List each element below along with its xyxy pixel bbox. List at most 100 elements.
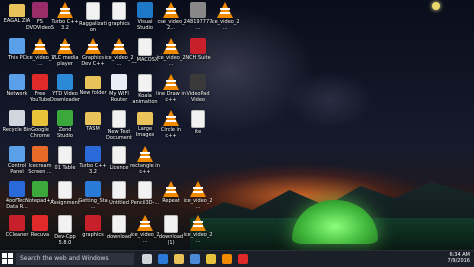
doc-icon	[58, 215, 72, 233]
user-folder-icon	[9, 4, 25, 17]
desktop-icon-label: ice_video_2...	[156, 55, 186, 67]
wifi-icon	[111, 74, 127, 90]
mouse-cursor	[432, 2, 440, 10]
doc-icon	[58, 181, 72, 199]
desktop-icon[interactable]: ice_video_2...	[156, 38, 186, 72]
system-tray[interactable]: 6:34 AM 7/9/2016	[448, 252, 470, 264]
desktop-icon[interactable]: Assignment	[50, 181, 80, 215]
doc-icon	[138, 181, 152, 199]
clock-date: 7/9/2016	[447, 258, 470, 264]
desktop-icon-label: Repeat	[162, 198, 180, 204]
ccleaner-icon	[9, 215, 25, 231]
search-box[interactable]: Search the web and Windows	[16, 253, 134, 265]
windows-logo-icon	[8, 253, 13, 258]
recorder-icon[interactable]	[238, 254, 248, 264]
desktop-icon[interactable]: Circle in c++	[156, 110, 186, 144]
desktop-icon-label: ite	[194, 129, 202, 135]
desktop-icon[interactable]: YTD Video Downloader	[50, 74, 80, 108]
desktop-icon[interactable]: Repeat	[156, 181, 186, 215]
start-button[interactable]	[2, 253, 14, 265]
desktop-icon-label: 248197777...	[183, 19, 213, 31]
desktop-icon-label: line Draw in c++	[156, 91, 186, 103]
doc-icon	[112, 146, 126, 164]
doc-icon	[164, 215, 178, 233]
file-explorer-icon[interactable]	[174, 254, 184, 264]
vlc-icon	[190, 215, 206, 231]
vscode-icon	[137, 2, 153, 18]
notepad-icon	[32, 181, 48, 197]
doc-icon	[112, 2, 126, 20]
desktop-icon-label: NCH Suite	[185, 55, 211, 61]
desktop-icon-label: ice_video_2...	[183, 198, 213, 210]
vlc-icon	[85, 38, 101, 54]
vlc-icon	[163, 181, 179, 197]
doc-icon	[112, 181, 126, 199]
desktop-icon[interactable]: Turbo C++ 3.2	[50, 2, 80, 36]
desktop-icon[interactable]: ice_video_2...	[183, 181, 213, 215]
desktop-icon[interactable]: 01 Table	[50, 146, 80, 180]
desktop-icon[interactable]: line Draw in c++	[156, 74, 186, 108]
desktop-icon[interactable]: ice_video_2...	[183, 215, 213, 249]
freestudio-icon	[32, 2, 48, 18]
windows-logo-icon	[2, 259, 7, 264]
edge-icon[interactable]	[158, 254, 168, 264]
videopad-icon	[190, 74, 206, 90]
desktop-icon[interactable]: VideoPad Video Editor	[183, 74, 213, 108]
desktop-icon-label: Zend Studio	[57, 127, 73, 139]
desktop-icon-label: Assignment	[50, 200, 80, 206]
desktop-icon[interactable]: Zend Studio	[50, 110, 80, 144]
zend-icon	[57, 110, 73, 126]
desktop-icon[interactable]: cse_video_2...	[156, 2, 186, 36]
desktop-background: EAGAL ZIAFS DVDVideoSoft Free StudioTurb…	[0, 0, 474, 250]
doc-icon	[112, 110, 126, 128]
vlc-icon	[57, 2, 73, 18]
vlc-icon	[163, 38, 179, 54]
doc-icon	[138, 74, 152, 92]
desktop-icon[interactable]: Dev-Cpp 5.8.0 TDM...	[50, 215, 80, 249]
doc-icon	[86, 2, 100, 20]
chrome-icon	[32, 110, 48, 126]
desktop-icon-label: YTD Video Downloader	[50, 91, 80, 103]
vlc-icon[interactable]	[222, 254, 232, 264]
recycle-bin-icon	[9, 110, 25, 126]
computer-icon	[9, 38, 25, 54]
recuva-icon	[32, 215, 48, 231]
desktop-icon[interactable]: VLC media player	[50, 38, 80, 72]
graphics-icon	[85, 215, 101, 231]
doc-icon	[58, 146, 72, 164]
desktop-icon-label: cse_video_2...	[157, 19, 185, 31]
folder-icon	[85, 112, 101, 125]
store-icon[interactable]	[190, 254, 200, 264]
vlc-icon	[190, 181, 206, 197]
task-view-icon[interactable]	[142, 254, 152, 264]
desktop-icon-label: Dev-Cpp 5.8.0 TDM...	[54, 234, 76, 246]
doc-icon	[138, 38, 152, 56]
nch-icon	[190, 38, 206, 54]
desktop-icon[interactable]: ice_video_2...	[210, 2, 240, 36]
desktop-icon[interactable]: 248197777...	[183, 2, 213, 36]
doc-icon	[191, 110, 205, 128]
folder-icon	[137, 112, 153, 125]
desktop-icon-label: Turbo C++ 3.2	[51, 19, 79, 31]
desktop-icon[interactable]: rectangle in c++	[130, 146, 160, 180]
desktop-icon-label: download (1)	[158, 234, 184, 246]
youtube-icon	[32, 74, 48, 90]
vlc-icon	[163, 74, 179, 90]
desktop-icon-label: Circle in c++	[160, 127, 182, 139]
desktop-icon[interactable]: NCH Suite	[183, 38, 213, 72]
desktop-icon-label: VLC media player	[51, 55, 79, 67]
control-panel-icon	[9, 146, 25, 162]
vlc-icon	[163, 110, 179, 126]
windows-logo-icon	[8, 259, 13, 264]
desktop-icon-label: rectangle in c++	[130, 163, 160, 175]
desktop-icon[interactable]: download (1)	[156, 215, 186, 249]
vlc-icon	[32, 38, 48, 54]
folder-icon	[85, 76, 101, 89]
desktop-icon-label: ice_video_2...	[210, 19, 240, 31]
vlc-icon	[217, 2, 233, 18]
chrome-icon[interactable]	[206, 254, 216, 264]
turbo-icon	[85, 146, 101, 162]
ytd-icon	[57, 74, 73, 90]
desktop-icon-label: VideoPad Video Editor	[186, 91, 210, 103]
desktop-icon[interactable]: ite	[183, 110, 213, 144]
